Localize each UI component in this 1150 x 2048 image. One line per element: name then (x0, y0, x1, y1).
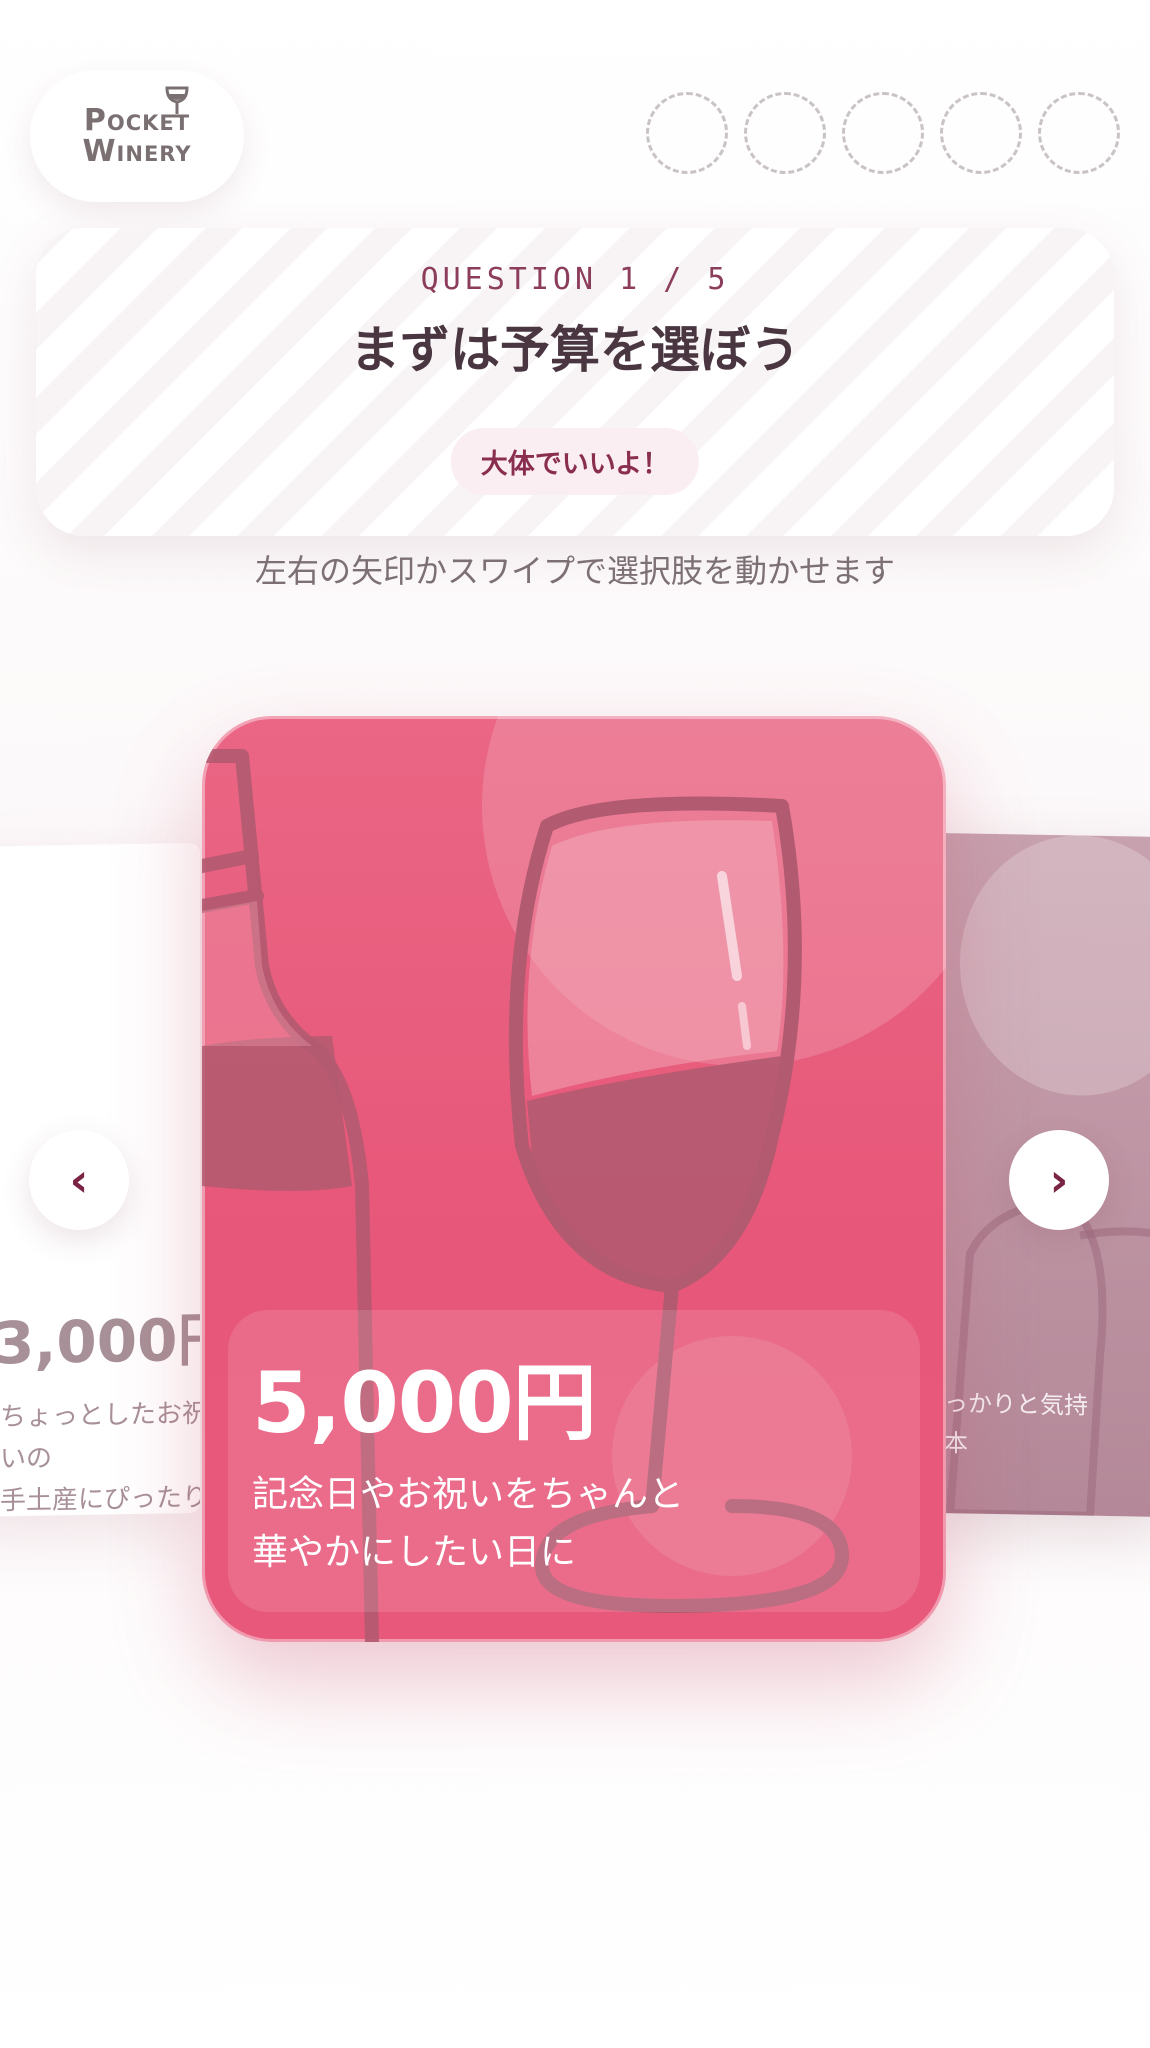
pocket-winery-logo: Pocket Winery (30, 70, 244, 202)
option-description-line: ちょっとしたお祝いの (0, 1398, 200, 1475)
option-description-line: 手土産にぴったり (0, 1482, 200, 1517)
progress-step-5 (1038, 92, 1120, 174)
wine-glass-logo-icon (165, 86, 189, 118)
option-description-line: しっかりと気持 (930, 1388, 1088, 1420)
next-option-button[interactable]: › (1009, 1130, 1109, 1230)
question-title: まずは予算を選ぼう (350, 321, 800, 379)
progress-step-2 (744, 92, 826, 174)
swipe-instruction: 左右の矢印かスワイプで選択肢を動かせます (254, 552, 895, 590)
chevron-right-icon: › (1049, 1153, 1069, 1207)
option-card-selected[interactable]: 5,000円 記念日やお祝いをちゃんと 華やかにしたい日に (202, 716, 946, 1642)
option-price: 3,000円 (0, 1305, 200, 1378)
logo-line-2: Winery (82, 134, 192, 169)
option-description: しっかりと気持 一本 (930, 1383, 1120, 1466)
option-description: 記念日やお祝いをちゃんと 華やかにしたい日に (252, 1466, 872, 1582)
progress-step-3 (842, 92, 924, 174)
progress-step-4 (940, 92, 1022, 174)
question-card: QUESTION 1 / 5 まずは予算を選ぼう 大体でいいよ！ (36, 228, 1114, 536)
question-number: QUESTION 1 / 5 (420, 262, 730, 297)
option-description-line: 一本 (930, 1428, 968, 1458)
option-description-line: 記念日やお祝いをちゃんと (252, 1474, 685, 1515)
question-progress (646, 92, 1120, 174)
previous-option-button[interactable]: ‹ (29, 1130, 129, 1230)
question-hint-badge: 大体でいいよ！ (450, 428, 700, 495)
progress-step-1 (646, 92, 728, 174)
option-description-line: 華やかにしたい日に (252, 1532, 577, 1573)
chevron-left-icon: ‹ (69, 1153, 89, 1207)
option-price: 5,000円 (252, 1354, 597, 1452)
option-description: ちょっとしたお祝いの 手土産にぴったり (0, 1392, 200, 1517)
